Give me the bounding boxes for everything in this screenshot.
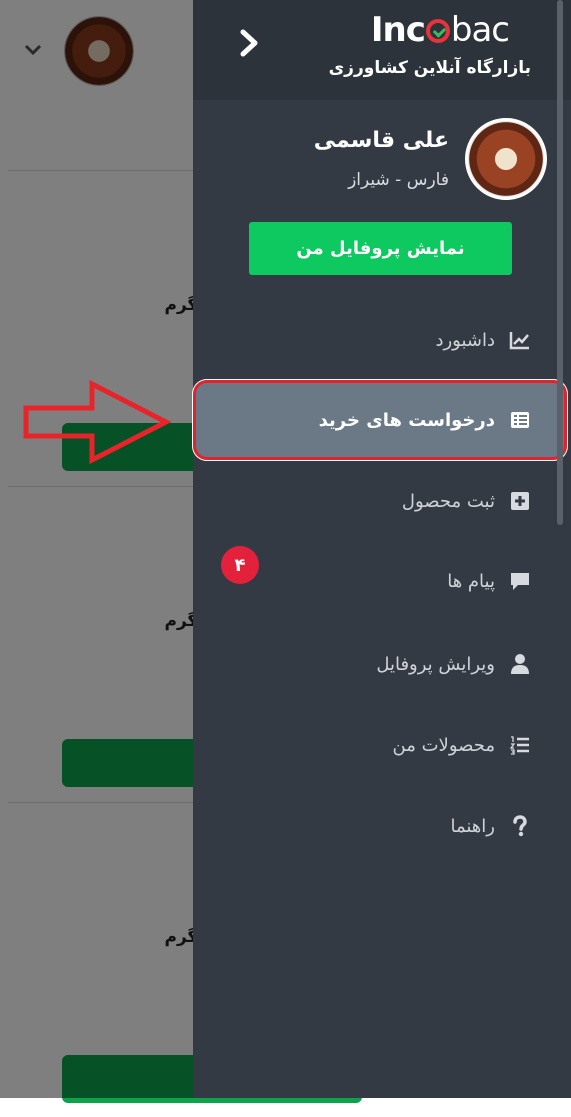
question-icon [513, 815, 527, 837]
menu-item-dashboard[interactable]: داشبورد [193, 315, 571, 365]
incobac-logo: Inc bac [370, 10, 510, 50]
list-icon [511, 412, 529, 428]
menu-label: ثبت محصول [401, 490, 495, 512]
chart-icon [509, 332, 529, 350]
menu-item-messages[interactable]: پیام ها [193, 556, 571, 606]
menu-item-register-product[interactable]: ثبت محصول [193, 476, 571, 526]
profile-name: علی قاسمی [313, 128, 449, 153]
scrollbar[interactable] [557, 0, 563, 525]
logo-check-icon [425, 19, 450, 43]
tagline: بازارگاه آنلاین کشاورزی [328, 58, 531, 78]
profile-location: فارس - شیراز [348, 170, 449, 190]
chevron-right-icon[interactable] [233, 26, 267, 60]
menu-item-edit-profile[interactable]: ویرایش پروفایل [193, 639, 571, 689]
menu-label: پیام ها [447, 570, 495, 592]
menu-item-purchase-requests[interactable]: درخواست های خرید [193, 395, 571, 445]
menu-item-my-products[interactable]: محصولات من [193, 720, 571, 770]
menu-label: درخواست های خرید [318, 409, 495, 431]
profile-avatar[interactable] [465, 118, 547, 200]
menu-label: محصولات من [392, 734, 495, 756]
menu-label: داشبورد [435, 329, 495, 351]
plus-square-icon [511, 492, 529, 510]
drawer-header: Inc bac بازارگاه آنلاین کشاورزی [193, 0, 571, 100]
menu-item-help[interactable]: راهنما [193, 801, 571, 851]
menu-label: راهنما [450, 815, 495, 837]
chat-icon [511, 573, 529, 590]
side-drawer: Inc bac بازارگاه آنلاین کشاورزی علی قاسمی… [193, 0, 571, 1098]
user-icon [511, 654, 529, 674]
show-profile-button[interactable]: نمایش پروفایل من [249, 222, 512, 275]
menu-label: ویرایش پروفایل [376, 653, 495, 675]
annotation-arrow-icon [23, 380, 172, 464]
numbered-list-icon [509, 736, 529, 755]
